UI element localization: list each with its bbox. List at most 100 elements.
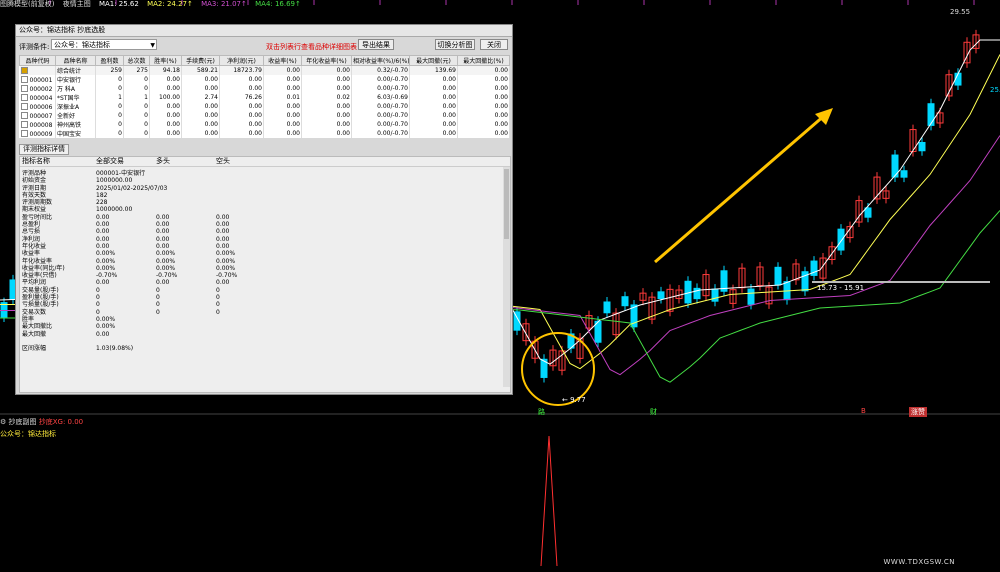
column-header[interactable]: 品种名称 (55, 55, 96, 66)
column-header[interactable]: 相对收益率(%)/6(%) (351, 55, 410, 66)
column-header[interactable]: 净利润(元) (219, 55, 264, 66)
detail-row: 收益率 0.00% 0.00% 0.00% (20, 250, 510, 257)
row-cell: 0.00 (301, 102, 352, 111)
column-header[interactable]: 总次数 (123, 55, 150, 66)
row-cell: 0.00 (149, 129, 182, 138)
row-cell: 0.02 (301, 93, 352, 102)
detail-cell: 0.00 (96, 235, 110, 243)
detail-cell: -0.70% (96, 272, 118, 280)
row-cell: 0.00 (263, 102, 302, 111)
export-button[interactable]: 导出结果 (358, 39, 394, 50)
settings-icon[interactable]: ⚙ (0, 418, 6, 426)
detail-cell: 0.00 (96, 279, 110, 287)
detail-cell: 0.00% (216, 264, 236, 272)
row-cell: 0.00/-0.70 (351, 102, 410, 111)
row-code: 000004 (19, 93, 56, 102)
row-cell: 0.00 (301, 75, 352, 84)
table-row[interactable]: 000002 万 科A 0 0 0.00 0.00 0.00 0.00 0.00 0.00/-0.… (19, 84, 510, 93)
chevron-down-icon[interactable]: ▼ (150, 40, 155, 51)
row-cell: 0.00 (181, 102, 220, 111)
detail-cell: 0.00 (96, 221, 110, 229)
table-header-row: 品种代码 品种名称 盈利数 总次数 胜率(%) 手续费(元) 净利润(元) 收益率(%) 年化收… (19, 55, 510, 66)
column-header[interactable]: 最大回撤(元) (409, 55, 458, 66)
detail-cell: 收益率 (22, 250, 41, 258)
table-row[interactable]: 000006 深振业A 0 0 0.00 0.00 0.00 0.00 0.00 0.00/-0.… (19, 102, 510, 111)
row-cell: 0.00 (149, 75, 182, 84)
switch-chart-button[interactable]: 切换分析图 (435, 39, 475, 50)
detail-cell: 0 (96, 301, 100, 309)
row-cell: 0 (123, 75, 150, 84)
row-cell: 0.00 (301, 84, 352, 93)
row-cell: 18723.79 (219, 65, 264, 75)
row-cell: 0.00 (263, 129, 302, 138)
detail-tabs: 评测指标详情 (19, 144, 69, 155)
row-checkbox[interactable] (20, 120, 28, 128)
subchart-title[interactable]: 抄底副图 (9, 418, 37, 426)
row-checkbox[interactable] (20, 93, 28, 101)
detail-cell: 0.00 (216, 228, 230, 236)
condition-label: 评测条件: (19, 43, 50, 51)
row-checkbox[interactable] (20, 129, 28, 137)
top-info-bar: 图腾模型(前复权) 夜情主图 MA1: 25.62 MA2: 24.27↑ MA… (0, 0, 1000, 9)
detail-row: 评测品种 000001-中安银行 (20, 170, 510, 177)
detail-row: 总亏损 0.00 0.00 0.00 (20, 228, 510, 235)
table-row[interactable]: 综合统计 259 275 94.18 589.21 18723.79 0.00 0.00 0.3… (19, 65, 510, 75)
detail-scrollbar[interactable] (503, 167, 510, 387)
detail-cell: 0 (216, 294, 220, 302)
row-code: 000008 (19, 120, 56, 129)
detail-cell: 0 (96, 286, 100, 294)
condition-select-value: 公众号：锦达指标 (54, 41, 110, 49)
row-cell: 0.00 (457, 120, 510, 129)
detail-cell: 1000000.00 (96, 206, 133, 214)
subchart-public-label: 公众号：锦达指标 (0, 430, 56, 438)
column-header[interactable]: 收益率(%) (263, 55, 302, 66)
column-header[interactable]: 手续费(元) (181, 55, 220, 66)
detail-row: 盈利量(股/手) 0 0 0 (20, 294, 510, 301)
tab-detail[interactable]: 评测指标详情 (19, 144, 69, 155)
result-table: 品种代码 品种名称 盈利数 总次数 胜率(%) 手续费(元) 净利润(元) 收益率(%) 年化收… (19, 55, 510, 138)
scrollbar-thumb[interactable] (504, 169, 509, 239)
detail-cell: 年化收益率 (22, 257, 53, 265)
row-name: 万 科A (55, 84, 96, 93)
detail-cell: 区间涨幅 (22, 345, 47, 353)
column-header[interactable]: 最大回撤比(%) (457, 55, 510, 66)
row-checkbox[interactable] (20, 66, 28, 74)
detail-panel: 指标名称 全部交易 多头 空头 评测品种 000001-中安银行 初始资金 10000… (19, 156, 511, 393)
candle-body (918, 141, 926, 152)
row-cell: 0.00 (457, 75, 510, 84)
detail-cell: 228 (96, 199, 108, 207)
detail-cell: 000001-中安银行 (96, 170, 146, 177)
row-cell: 0.00 (181, 111, 220, 120)
detail-cell: 交易量(股/手) (22, 286, 59, 294)
row-name: 综合统计 (55, 65, 96, 75)
indicator-name[interactable]: 夜情主图 (63, 0, 91, 8)
table-row[interactable]: 000004 *ST国华 1 1 100.00 2.74 76.26 0.01 0.02 6.03… (19, 93, 510, 102)
table-row[interactable]: 000001 中安银行 0 0 0.00 0.00 0.00 0.00 0.00 0.00/-0.… (19, 75, 510, 84)
row-cell: 0.00 (149, 111, 182, 120)
row-checkbox[interactable] (20, 102, 28, 110)
price-high-label: 29.55 (950, 8, 971, 16)
candle-body (603, 301, 611, 314)
row-code: 000001 (19, 75, 56, 84)
close-button[interactable]: 关闭 (480, 39, 508, 50)
detail-row: 有效天数 182 (20, 192, 510, 199)
row-cell: 0.00 (409, 129, 458, 138)
marker-b: B (861, 407, 866, 415)
detail-cell: 0 (216, 286, 220, 294)
column-header[interactable]: 胜率(%) (149, 55, 182, 66)
row-cell: 0 (123, 111, 150, 120)
row-checkbox[interactable] (20, 84, 28, 92)
detail-cell: 0.00 (156, 235, 170, 243)
column-header[interactable]: 品种代码 (19, 55, 56, 66)
column-header[interactable]: 盈利数 (95, 55, 124, 66)
table-row[interactable]: 000009 中国宝安 0 0 0.00 0.00 0.00 0.00 0.00 0.00/-0.… (19, 129, 510, 138)
column-header[interactable]: 年化收益率(%) (301, 55, 352, 66)
row-checkbox[interactable] (20, 75, 28, 83)
detail-row: 评测周期数 228 (20, 199, 510, 206)
table-row[interactable]: 000008 神州高铁 0 0 0.00 0.00 0.00 0.00 0.00 0.00/-0.… (19, 120, 510, 129)
row-checkbox[interactable] (20, 111, 28, 119)
detail-row: 最大回撤 0.00 (20, 331, 510, 338)
detail-cell: 平均利润 (22, 279, 47, 287)
condition-select[interactable]: 公众号：锦达指标 ▼ (51, 39, 157, 50)
table-row[interactable]: 000007 全新好 0 0 0.00 0.00 0.00 0.00 0.00 0.00/-0.7… (19, 111, 510, 120)
